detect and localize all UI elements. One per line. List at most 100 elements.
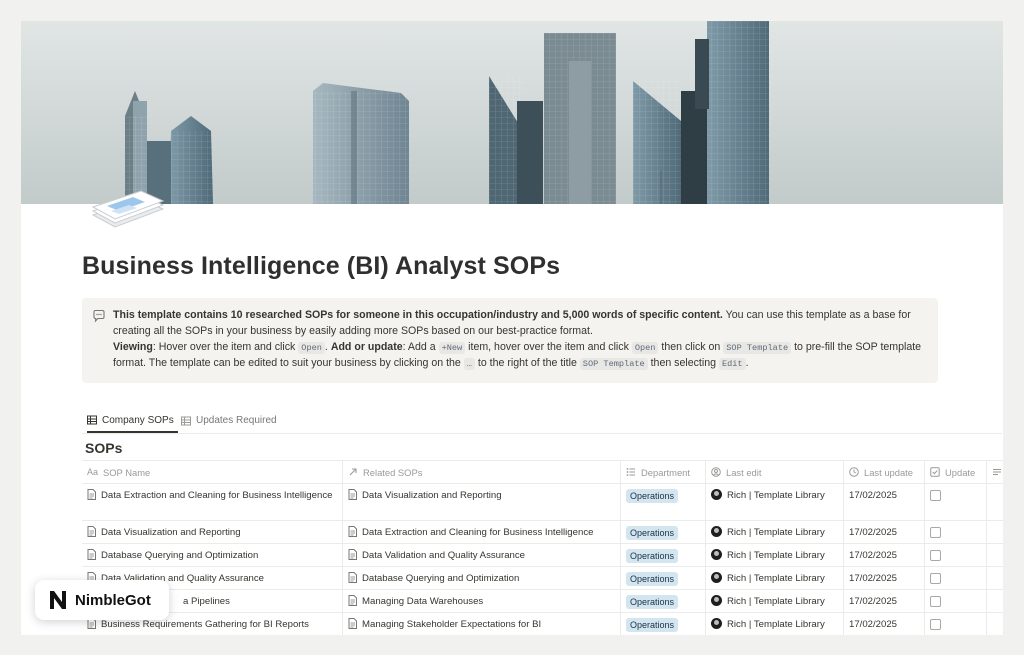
column-header-more[interactable] bbox=[987, 461, 1003, 483]
related-sop: Data Extraction and Cleaning for Busines… bbox=[362, 527, 594, 538]
column-label: SOP Name bbox=[103, 466, 151, 478]
last-edit-name: Rich | Template Library bbox=[727, 490, 825, 501]
department-tag: Operations bbox=[626, 618, 679, 632]
update-checkbox[interactable] bbox=[930, 596, 941, 607]
callout-text-part: : Hover over the item and click bbox=[152, 340, 299, 353]
tab-updates-required[interactable]: Updates Required bbox=[181, 409, 277, 432]
column-header-update[interactable]: Update bbox=[925, 461, 987, 483]
update-checkbox[interactable] bbox=[930, 550, 941, 561]
viewing-label: Viewing bbox=[113, 340, 153, 353]
update-cell bbox=[925, 613, 987, 635]
department-cell[interactable]: Operations bbox=[621, 590, 706, 612]
update-checkbox[interactable] bbox=[930, 619, 941, 630]
last-edit-cell: Rich | Template Library bbox=[706, 521, 844, 543]
avatar bbox=[711, 618, 722, 629]
table-header: Aa SOP Name Related SOPs Department Last… bbox=[82, 460, 1003, 484]
sop-name-cell[interactable]: Database Querying and Optimization bbox=[82, 544, 343, 566]
table-row[interactable]: Data Validation and Quality Assurance Da… bbox=[82, 567, 1003, 590]
table-row[interactable]: Data Extraction and Cleaning for Busines… bbox=[82, 484, 1003, 521]
update-checkbox[interactable] bbox=[930, 490, 941, 501]
last-update-date: 17/02/2025 bbox=[849, 573, 898, 584]
column-header-department[interactable]: Department bbox=[621, 461, 706, 483]
column-label: Last update bbox=[864, 466, 913, 478]
nimblegot-watermark-badge: NimbleGot bbox=[35, 580, 169, 620]
related-sop: Managing Data Warehouses bbox=[362, 596, 484, 607]
document-icon bbox=[348, 618, 357, 629]
last-edit-name: Rich | Template Library bbox=[727, 527, 825, 538]
sop-name-cell[interactable]: Data Visualization and Reporting bbox=[82, 521, 343, 543]
table-row[interactable]: Data Visualization and Reporting Data Ex… bbox=[82, 521, 1003, 544]
relation-arrow-icon bbox=[349, 468, 357, 476]
department-cell[interactable]: Operations bbox=[621, 567, 706, 589]
department-tag: Operations bbox=[626, 489, 679, 503]
related-sop-cell[interactable]: Data Extraction and Cleaning for Busines… bbox=[343, 521, 621, 543]
column-header-last-edit[interactable]: Last edit bbox=[706, 461, 844, 483]
related-sop-cell[interactable]: Data Visualization and Reporting bbox=[343, 484, 621, 520]
table-row[interactable]: Database Querying and Optimization Data … bbox=[82, 544, 1003, 567]
related-sop: Data Validation and Quality Assurance bbox=[362, 550, 526, 561]
database-title: SOPs bbox=[85, 440, 123, 456]
department-cell[interactable]: Operations bbox=[621, 544, 706, 566]
document-icon bbox=[348, 489, 357, 500]
table-row[interactable]: a Pipelines Managing Data Warehouses Ope… bbox=[82, 590, 1003, 613]
column-header-last-update[interactable]: Last update bbox=[844, 461, 925, 483]
last-edit-name: Rich | Template Library bbox=[727, 619, 825, 630]
callout-text: This template contains 10 researched SOP… bbox=[113, 308, 933, 373]
avatar bbox=[711, 489, 722, 500]
sop-name-cell[interactable]: Data Extraction and Cleaning for Busines… bbox=[82, 484, 343, 520]
last-edit-cell: Rich | Template Library bbox=[706, 613, 844, 635]
department-cell[interactable]: Operations bbox=[621, 613, 706, 635]
update-checkbox[interactable] bbox=[930, 527, 941, 538]
code-new: +New bbox=[438, 341, 466, 354]
last-update-date: 17/02/2025 bbox=[849, 550, 898, 561]
update-cell bbox=[925, 590, 987, 612]
related-sop-cell[interactable]: Managing Data Warehouses bbox=[343, 590, 621, 612]
tab-company-sops[interactable]: Company SOPs bbox=[87, 409, 178, 433]
callout-text-part: item, hover over the item and click bbox=[465, 340, 632, 353]
nimblegot-logo-icon bbox=[50, 591, 66, 609]
update-cell bbox=[925, 521, 987, 543]
last-edit-cell: Rich | Template Library bbox=[706, 484, 844, 520]
document-stack-icon bbox=[91, 190, 165, 228]
extra-cell bbox=[987, 613, 1003, 635]
document-icon bbox=[87, 526, 96, 537]
column-header-related-sops[interactable]: Related SOPs bbox=[343, 461, 621, 483]
code-open-2: Open bbox=[631, 341, 659, 354]
related-sop-cell[interactable]: Data Validation and Quality Assurance bbox=[343, 544, 621, 566]
extra-cell bbox=[987, 484, 1003, 520]
department-cell[interactable]: Operations bbox=[621, 521, 706, 543]
extra-cell bbox=[987, 590, 1003, 612]
avatar bbox=[711, 549, 722, 560]
callout-text-part: to the right of the title bbox=[474, 357, 580, 370]
last-update-cell: 17/02/2025 bbox=[844, 484, 925, 520]
column-label: Update bbox=[945, 466, 976, 478]
notion-page: Business Intelligence (BI) Analyst SOPs … bbox=[21, 21, 1003, 635]
extra-cell bbox=[987, 567, 1003, 589]
extra-cell bbox=[987, 521, 1003, 543]
related-sop: Data Visualization and Reporting bbox=[362, 490, 502, 501]
last-update-date: 17/02/2025 bbox=[849, 527, 898, 538]
update-checkbox[interactable] bbox=[930, 573, 941, 584]
last-update-cell: 17/02/2025 bbox=[844, 521, 925, 543]
last-update-cell: 17/02/2025 bbox=[844, 567, 925, 589]
column-label: Last edit bbox=[726, 466, 762, 478]
department-cell[interactable]: Operations bbox=[621, 484, 706, 520]
related-sop-cell[interactable]: Database Querying and Optimization bbox=[343, 567, 621, 589]
avatar bbox=[711, 572, 722, 583]
last-edit-name: Rich | Template Library bbox=[727, 550, 825, 561]
document-icon bbox=[348, 526, 357, 537]
sop-name: Database Querying and Optimization bbox=[101, 550, 259, 561]
column-header-sop-name[interactable]: Aa SOP Name bbox=[82, 461, 343, 483]
speech-bubble-icon bbox=[93, 309, 105, 323]
last-update-date: 17/02/2025 bbox=[849, 619, 898, 630]
related-sop-cell[interactable]: Managing Stakeholder Expectations for BI bbox=[343, 613, 621, 635]
document-icon bbox=[87, 489, 96, 500]
person-icon bbox=[711, 467, 721, 477]
last-update-date: 17/02/2025 bbox=[849, 490, 898, 501]
sop-name: a Pipelines bbox=[183, 596, 230, 607]
lines-icon bbox=[993, 469, 1001, 475]
callout-text-part: then click on bbox=[658, 340, 724, 353]
sop-name: Business Requirements Gathering for BI R… bbox=[101, 619, 309, 630]
extra-cell bbox=[987, 544, 1003, 566]
table-row[interactable]: Business Requirements Gathering for BI R… bbox=[82, 613, 1003, 635]
